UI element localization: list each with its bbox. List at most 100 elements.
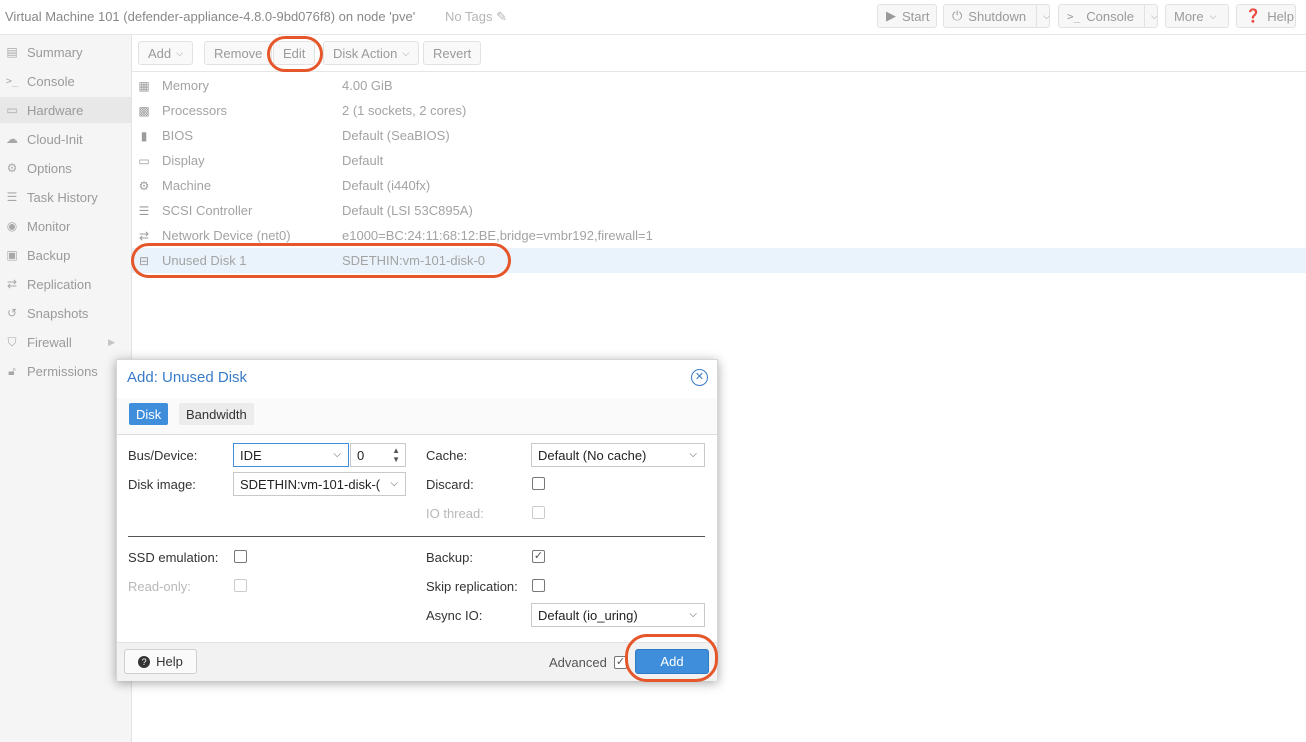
chevron-down-icon: ⌵ [402, 47, 410, 58]
sidebar-item-backup[interactable]: ▣ Backup [0, 242, 131, 268]
hdd-icon: ⊟ [138, 253, 150, 268]
chevron-down-icon[interactable]: ⌵ [1043, 11, 1050, 22]
async-io-label: Async IO: [426, 608, 483, 623]
remove-button[interactable]: Remove [204, 41, 273, 65]
tab-bandwidth[interactable]: Bandwidth [179, 403, 254, 425]
io-thread-checkbox[interactable] [532, 506, 545, 519]
list-icon: ☰ [6, 190, 18, 204]
dialog-help-button[interactable]: ? Help [124, 649, 197, 674]
hardware-row-network-device[interactable]: ⇄ Network Device (net0) e1000=BC:24:11:6… [132, 223, 1306, 248]
shield-icon: ⛉ [7, 334, 17, 349]
hardware-toolbar: Add ⌵ Remove Edit Disk Action ⌵ Revert [132, 35, 1306, 72]
terminal-icon: >_ [1067, 9, 1081, 23]
read-only-checkbox[interactable] [234, 579, 247, 592]
book-icon: ▤ [6, 45, 18, 59]
tab-disk[interactable]: Disk [129, 403, 169, 425]
pencil-icon[interactable]: ✎ [496, 9, 507, 24]
exchange-icon: ⇄ [138, 228, 150, 243]
device-number-spinner[interactable]: 0 ▲ ▼ [350, 443, 406, 467]
dialog-add-button[interactable]: Add [635, 649, 709, 674]
cloud-icon: ☁ [6, 132, 18, 146]
hardware-row-machine[interactable]: ⚙ Machine Default (i440fx) [132, 173, 1306, 198]
dialog-title: Add: Unused Disk [127, 369, 248, 386]
add-button[interactable]: Add ⌵ [138, 41, 193, 65]
chevron-right-icon: ▶ [108, 336, 115, 347]
console-button[interactable]: >_ Console ⌵ [1058, 4, 1158, 28]
sidebar-item-options[interactable]: ⚙ Options [0, 155, 131, 181]
advanced-label: Advanced [549, 655, 607, 670]
backup-checkbox[interactable]: ✓ [532, 550, 545, 563]
history-icon: ↺ [6, 306, 18, 320]
close-icon[interactable]: ✕ [691, 369, 708, 386]
hardware-row-bios[interactable]: ▮ BIOS Default (SeaBIOS) [132, 123, 1306, 148]
discard-checkbox[interactable] [532, 477, 545, 490]
dialog-footer: ? Help Advanced ✓ Add [117, 642, 717, 681]
advanced-checkbox[interactable]: ✓ [614, 656, 627, 669]
disk-action-button[interactable]: Disk Action ⌵ [323, 41, 420, 65]
sidebar-item-cloud-init[interactable]: ☁ Cloud-Init [0, 126, 131, 152]
hardware-row-display[interactable]: ▭ Display Default [132, 148, 1306, 173]
eye-icon: ◉ [6, 219, 18, 233]
backup-label: Backup: [426, 550, 473, 565]
sidebar-item-summary[interactable]: ▤ Summary [0, 39, 131, 65]
power-icon: ⏻ [952, 8, 963, 23]
sidebar-item-snapshots[interactable]: ↺ Snapshots [0, 300, 131, 326]
bus-select[interactable]: IDE ⌵ [233, 443, 349, 467]
more-button[interactable]: More ⌵ [1165, 4, 1229, 28]
microchip-icon: ▮ [140, 128, 148, 143]
discard-label: Discard: [426, 477, 474, 492]
sidebar-item-task-history[interactable]: ☰ Task History [0, 184, 131, 210]
tags-label[interactable]: No Tags ✎ [445, 9, 507, 25]
disk-image-label: Disk image: [128, 477, 196, 492]
sidebar-item-hardware[interactable]: ▭ Hardware [0, 97, 131, 123]
chevron-down-icon: ⌵ [689, 449, 697, 460]
play-icon: ▶ [886, 8, 896, 23]
add-unused-disk-dialog: Add: Unused Disk ✕ Disk Bandwidth Bus/De… [116, 359, 718, 681]
bus-device-label: Bus/Device: [128, 448, 198, 463]
hardware-row-processors[interactable]: ▩ Processors 2 (1 sockets, 2 cores) [132, 98, 1306, 123]
hardware-row-scsi-controller[interactable]: ☰ SCSI Controller Default (LSI 53C895A) [132, 198, 1306, 223]
retweet-icon: ⇄ [6, 277, 18, 291]
io-thread-label: IO thread: [426, 506, 484, 521]
desktop-icon: ▭ [6, 103, 18, 117]
cache-select[interactable]: Default (No cache) ⌵ [531, 443, 705, 467]
sidebar-item-console[interactable]: >_ Console [0, 68, 131, 94]
chevron-down-icon[interactable]: ⌵ [1151, 11, 1158, 22]
sidebar: ▤ Summary >_ Console ▭ Hardware ☁ Cloud-Init… [0, 35, 132, 742]
cpu-icon: ▩ [138, 103, 150, 118]
section-divider [128, 536, 705, 537]
dialog-tabs: Disk Bandwidth [117, 398, 717, 435]
terminal-icon: >_ [5, 75, 19, 87]
hardware-row-unused-disk[interactable]: ⊟ Unused Disk 1 SDETHIN:vm-101-disk-0 [132, 248, 1306, 273]
edit-button[interactable]: Edit [273, 41, 316, 65]
skip-replication-label: Skip replication: [426, 579, 518, 594]
question-icon: ❓ [1245, 8, 1262, 23]
cogs-icon: ⚙ [138, 178, 150, 193]
sidebar-item-permissions[interactable]: 🔓︎ Permissions [0, 358, 131, 384]
skip-replication-checkbox[interactable] [532, 579, 545, 592]
vm-title: Virtual Machine 101 (defender-appliance-… [5, 9, 416, 24]
help-button[interactable]: ❓ Help [1236, 4, 1296, 28]
top-bar: Virtual Machine 101 (defender-appliance-… [0, 0, 1306, 35]
sidebar-item-monitor[interactable]: ◉ Monitor [0, 213, 131, 239]
sidebar-item-replication[interactable]: ⇄ Replication [0, 271, 131, 297]
unlock-icon: 🔓︎ [8, 363, 16, 378]
spinner-arrows-icon[interactable]: ▲ ▼ [392, 446, 400, 464]
desktop-icon: ▭ [138, 153, 150, 168]
hardware-row-memory[interactable]: ▦ Memory 4.00 GiB [132, 73, 1306, 98]
question-circle-icon: ? [138, 655, 151, 668]
read-only-label: Read-only: [128, 579, 191, 594]
shutdown-button[interactable]: ⏻ Shutdown ⌵ [943, 4, 1050, 28]
async-io-select[interactable]: Default (io_uring) ⌵ [531, 603, 705, 627]
chevron-down-icon: ⌵ [689, 609, 697, 620]
disk-image-select[interactable]: SDETHIN:vm-101-disk-(⌵ [233, 472, 406, 496]
chevron-down-icon: ⌵ [1209, 10, 1217, 21]
start-button[interactable]: ▶ Start [877, 4, 937, 28]
chevron-down-icon: ⌵ [176, 47, 183, 58]
floppy-icon: ▣ [6, 248, 18, 262]
chevron-down-icon: ⌵ [387, 478, 398, 489]
ssd-emulation-checkbox[interactable] [234, 550, 247, 563]
memory-icon: ▦ [138, 78, 150, 93]
revert-button[interactable]: Revert [423, 41, 482, 65]
sidebar-item-firewall[interactable]: ⛉ Firewall ▶ [0, 329, 131, 355]
